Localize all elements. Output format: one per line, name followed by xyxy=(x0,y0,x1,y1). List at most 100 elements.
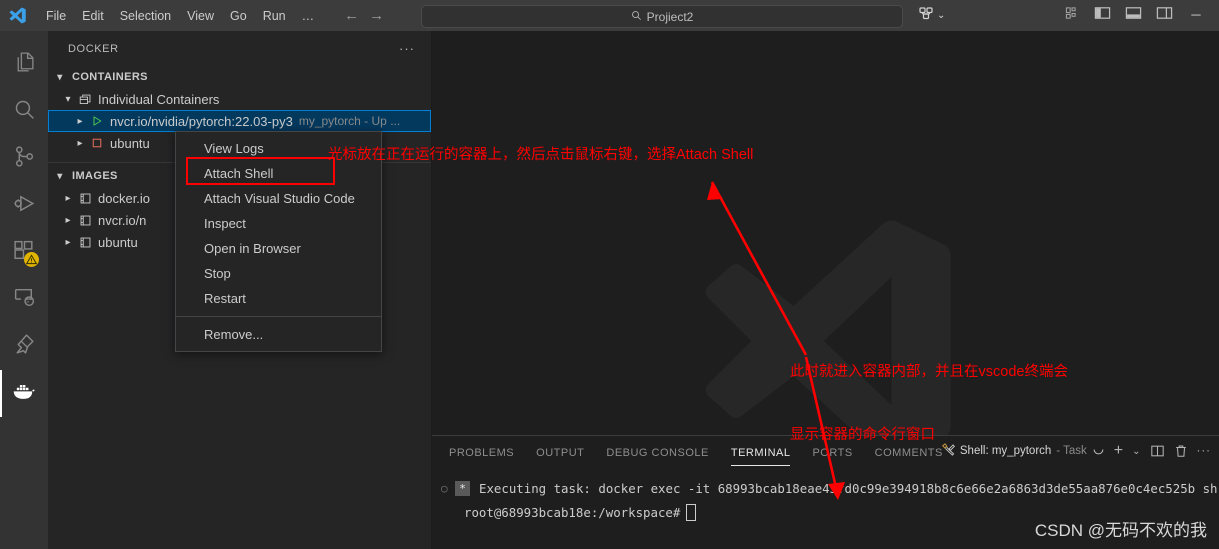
bottom-panel: PROBLEMS OUTPUT DEBUG CONSOLE TERMINAL P… xyxy=(431,435,1219,549)
source-control-icon xyxy=(12,144,37,174)
tab-terminal[interactable]: TERMINAL xyxy=(730,447,791,466)
menu-edit[interactable]: Edit xyxy=(74,6,112,26)
stopped-square-icon xyxy=(88,137,106,149)
sidebar-item-run-and-debug[interactable] xyxy=(0,182,48,229)
terminal-task-suffix: - Task xyxy=(1056,445,1087,457)
page-title: DOCKER xyxy=(68,42,119,55)
customize-layout-icon[interactable] xyxy=(1065,6,1080,26)
vscode-logo-icon xyxy=(0,6,34,25)
kill-terminal-icon[interactable] xyxy=(1174,444,1188,458)
title-bar: File Edit Selection View Go Run … ← → Pr… xyxy=(0,0,1219,31)
chevron-right-icon: ▸ xyxy=(65,214,71,226)
image-icon xyxy=(76,192,94,205)
new-terminal-icon[interactable]: + xyxy=(1114,442,1123,460)
sidebar-title-bar: DOCKER ··· xyxy=(48,31,431,66)
tools-task-icon xyxy=(941,442,955,460)
terminal-line-text: Executing task: docker exec -it 68993bca… xyxy=(479,480,1218,496)
layout-controls xyxy=(1065,5,1173,26)
terminal-instance-selector[interactable]: Shell: my_pytorch - Task xyxy=(941,442,1105,460)
context-menu-item-attach-shell[interactable]: Attach Shell xyxy=(176,161,381,186)
go-back-icon[interactable]: ← xyxy=(344,8,359,23)
extensions-warning-badge xyxy=(24,252,39,267)
remote-explorer-icon: >_ xyxy=(12,285,37,315)
context-menu-item-open-in-browser[interactable]: Open in Browser xyxy=(176,236,381,261)
split-terminal-icon[interactable] xyxy=(1150,444,1165,458)
toggle-secondary-sidebar-icon[interactable] xyxy=(1156,5,1173,26)
tree-label: docker.io xyxy=(98,190,151,206)
image-icon xyxy=(76,214,94,227)
chevron-right-icon: ▸ xyxy=(77,115,83,127)
sidebar-item-remote-explorer[interactable]: >_ xyxy=(0,276,48,323)
panel-more-actions-icon[interactable]: ··· xyxy=(1197,445,1212,457)
activity-bar: >_ xyxy=(0,31,48,549)
menu-selection[interactable]: Selection xyxy=(112,6,179,26)
chevron-down-icon: ⌄ xyxy=(937,10,946,21)
containers-group-icon xyxy=(76,93,94,106)
context-menu-item-attach-vscode[interactable]: Attach Visual Studio Code xyxy=(176,186,381,211)
quick-input-value: Projiect2 xyxy=(646,9,694,24)
toggle-primary-sidebar-icon[interactable] xyxy=(1094,5,1111,26)
remote-accounts-icon xyxy=(918,5,934,26)
section-header-containers[interactable]: ▾ CONTAINERS xyxy=(48,66,431,88)
section-label-containers: CONTAINERS xyxy=(72,71,148,83)
terminal-name: Shell: my_pytorch xyxy=(959,445,1052,457)
sidebar-item-docker[interactable] xyxy=(0,370,48,417)
sidebar-item-extensions[interactable] xyxy=(0,229,48,276)
tab-output[interactable]: OUTPUT xyxy=(536,447,584,463)
menu-view[interactable]: View xyxy=(179,6,222,26)
tab-ports[interactable]: PORTS xyxy=(812,447,852,463)
panel-tab-bar: PROBLEMS OUTPUT DEBUG CONSOLE TERMINAL P… xyxy=(431,436,1219,470)
chevron-right-icon: ▸ xyxy=(65,192,71,204)
tree-row-container-pytorch[interactable]: ▸ nvcr.io/nvidia/pytorch:22.03-py3 my_py… xyxy=(48,110,431,132)
terminal-task-line: ○ * Executing task: docker exec -it 6899… xyxy=(441,476,1219,500)
quick-input-search-bar[interactable]: Projiect2 xyxy=(421,5,903,28)
tab-problems[interactable]: PROBLEMS xyxy=(449,447,514,463)
sidebar-item-explorer[interactable] xyxy=(0,41,48,88)
terminal-output[interactable]: ○ * Executing task: docker exec -it 6899… xyxy=(431,470,1219,549)
navigation-arrows: ← → xyxy=(344,8,384,23)
menu-more[interactable]: … xyxy=(294,6,323,26)
menu-go[interactable]: Go xyxy=(222,6,255,26)
context-menu-item-stop[interactable]: Stop xyxy=(176,261,381,286)
tree-label: ubuntu xyxy=(98,234,138,250)
running-play-icon xyxy=(88,115,106,127)
chevron-down-icon: ▾ xyxy=(65,93,71,105)
context-menu-item-inspect[interactable]: Inspect xyxy=(176,211,381,236)
context-menu-item-restart[interactable]: Restart xyxy=(176,286,381,311)
terminal-prompt-line: root@68993bcab18e:/workspace# xyxy=(441,500,1219,524)
terminal-profile-chevron-icon[interactable]: ⌄ xyxy=(1132,446,1140,457)
context-menu-item-view-logs[interactable]: View Logs xyxy=(176,136,381,161)
container-context-menu: View Logs Attach Shell Attach Visual Stu… xyxy=(175,131,382,352)
tab-comments[interactable]: COMMENTS xyxy=(875,447,943,463)
image-icon xyxy=(76,236,94,249)
task-chip-icon: * xyxy=(455,480,470,496)
context-menu-item-remove[interactable]: Remove... xyxy=(176,322,381,347)
sidebar-item-testing[interactable] xyxy=(0,323,48,370)
tab-debug-console[interactable]: DEBUG CONSOLE xyxy=(606,447,708,463)
toggle-panel-icon[interactable] xyxy=(1125,5,1142,26)
files-icon xyxy=(12,50,37,80)
tree-label: Individual Containers xyxy=(98,91,220,107)
tree-description: my_pytorch - Up ... xyxy=(298,114,401,128)
panel-actions: Shell: my_pytorch - Task + ⌄ ··· xyxy=(941,442,1211,460)
menu-file[interactable]: File xyxy=(38,6,74,26)
search-icon xyxy=(631,10,642,24)
run-debug-icon xyxy=(12,191,37,221)
section-label-images: IMAGES xyxy=(72,170,118,182)
sidebar-item-source-control[interactable] xyxy=(0,135,48,182)
docker-whale-icon xyxy=(11,378,37,409)
sidebar-more-actions-icon[interactable]: ··· xyxy=(399,41,415,56)
menu-run[interactable]: Run xyxy=(255,6,294,26)
chevron-down-icon: ▾ xyxy=(57,71,63,83)
window-minimize-button[interactable]: ─ xyxy=(1185,5,1207,25)
remote-indicator[interactable]: ⌄ xyxy=(918,5,945,26)
testing-beaker-icon xyxy=(12,332,37,362)
search-icon xyxy=(12,97,37,127)
loading-spinner-icon xyxy=(1092,443,1105,459)
go-forward-icon[interactable]: → xyxy=(369,8,384,23)
chevron-right-icon: ▸ xyxy=(77,137,83,149)
tree-row-individual-containers[interactable]: ▾ Individual Containers xyxy=(48,88,431,110)
svg-text:>_: >_ xyxy=(26,299,33,305)
sidebar-item-search[interactable] xyxy=(0,88,48,135)
tree-label: nvcr.io/n xyxy=(98,212,147,228)
